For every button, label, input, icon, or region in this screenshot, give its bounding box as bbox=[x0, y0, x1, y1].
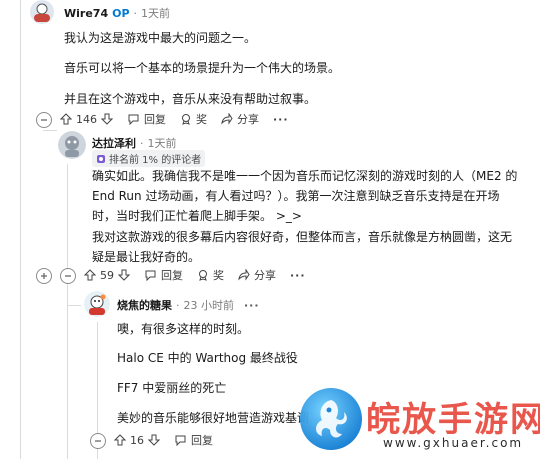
reply-label: 回复 bbox=[191, 434, 213, 447]
comment2-meta: 达拉泽利 · 1天前 bbox=[92, 135, 177, 151]
reply-button[interactable]: 回复 bbox=[174, 432, 213, 448]
comment3-paragraph-2: Halo CE 中的 Warthog 最终战役 bbox=[117, 351, 298, 365]
share-label: 分享 bbox=[254, 269, 276, 282]
share-label: 分享 bbox=[237, 113, 259, 126]
watermark-logo-icon bbox=[300, 388, 362, 450]
thread-line-level1 bbox=[20, 0, 21, 459]
award-ribbon-icon bbox=[199, 270, 207, 281]
thread-line-level2 bbox=[67, 164, 68, 459]
minus-glyph-icon bbox=[95, 440, 101, 442]
meta-dot: · bbox=[140, 136, 144, 150]
minus-glyph-icon bbox=[65, 275, 71, 277]
avatar-shaojiao-tangguo[interactable] bbox=[84, 291, 110, 317]
flair-label: 排名前 1% 的评论者 bbox=[109, 155, 202, 166]
comment3-score: 16 bbox=[130, 433, 144, 447]
user-flair: 排名前 1% 的评论者 bbox=[92, 150, 206, 167]
share-arrow-icon bbox=[221, 113, 233, 125]
upvote-arrow-icon bbox=[60, 113, 72, 125]
comment2-score: 59 bbox=[100, 268, 114, 282]
watermark-text: 皖放手游网 bbox=[366, 400, 540, 440]
award-button[interactable]: 奖 bbox=[180, 111, 207, 127]
comment1-paragraph-2: 音乐可以将一个基本的场景提升为一个伟大的场景。 bbox=[64, 61, 341, 75]
award-label: 奖 bbox=[213, 269, 224, 282]
comment3-actions: 16 回复 bbox=[114, 433, 227, 447]
comment1-score: 146 bbox=[76, 112, 97, 126]
thread-line-branch bbox=[43, 130, 57, 131]
comment1-meta: Wire74 OP · 1天前 bbox=[64, 5, 170, 21]
upvote-button[interactable]: 59 bbox=[84, 269, 130, 282]
speech-bubble-icon bbox=[145, 270, 156, 281]
comment3-meta: 烧焦的糖果 · 23 小时前 ··· bbox=[117, 297, 260, 313]
speech-bubble-icon bbox=[128, 114, 139, 125]
share-button[interactable]: 分享 bbox=[221, 111, 259, 127]
comment1-paragraph-1: 我认为这是游戏中最大的问题之一。 bbox=[64, 31, 257, 45]
upvote-button[interactable]: 16 bbox=[114, 434, 160, 447]
share-button[interactable]: 分享 bbox=[238, 267, 276, 283]
expand-icon[interactable] bbox=[36, 268, 52, 284]
upvote-arrow-icon bbox=[84, 269, 96, 281]
thread-branch-3 bbox=[67, 305, 81, 306]
comment3-time[interactable]: 23 小时前 bbox=[184, 297, 235, 313]
comment1-actions: 146 回复 奖 分享 ··· bbox=[60, 112, 303, 126]
speech-bubble-icon bbox=[175, 435, 186, 446]
reply-label: 回复 bbox=[161, 269, 183, 282]
award-button[interactable]: 奖 bbox=[197, 267, 224, 283]
comment2-time[interactable]: 1天前 bbox=[148, 135, 177, 151]
upvote-arrow-icon bbox=[114, 434, 126, 446]
comment3-username[interactable]: 烧焦的糖果 bbox=[117, 297, 172, 313]
flair-badge-icon bbox=[97, 154, 105, 163]
collapse-icon[interactable]: ⊖ bbox=[90, 433, 106, 449]
op-badge: OP bbox=[112, 6, 130, 20]
comment1-time[interactable]: 1天前 bbox=[141, 5, 170, 21]
downvote-arrow-icon[interactable] bbox=[148, 434, 160, 446]
comment3-paragraph-3: FF7 中爱丽丝的死亡 bbox=[117, 381, 227, 395]
comment3-paragraph-1: 噢，有很多这样的时刻。 bbox=[117, 322, 250, 336]
more-options-button[interactable]: ··· bbox=[290, 269, 306, 282]
downvote-arrow-icon[interactable] bbox=[118, 269, 130, 281]
more-options-button[interactable]: ··· bbox=[244, 299, 260, 312]
meta-dot: · bbox=[176, 298, 180, 312]
award-ribbon-icon bbox=[182, 114, 190, 125]
comment1-username[interactable]: Wire74 bbox=[64, 7, 108, 20]
reply-button[interactable]: 回复 bbox=[144, 267, 183, 283]
comment1-paragraph-3: 并且在这个游戏中，音乐从来没有帮助过叙事。 bbox=[64, 92, 317, 106]
minus-glyph-icon bbox=[41, 119, 47, 121]
comment2-actions: 59 回复 奖 分享 ··· bbox=[84, 268, 320, 282]
downvote-arrow-icon[interactable] bbox=[101, 113, 113, 125]
share-arrow-icon bbox=[238, 269, 250, 281]
plus-glyph-icon bbox=[41, 273, 47, 279]
comment2-paragraph-1: 确实如此。我确信我不是唯一一个因为音乐而记忆深刻的游戏时刻的人（ME2 的 En… bbox=[92, 169, 518, 223]
collapse-icon[interactable]: ⊖ bbox=[60, 268, 76, 284]
meta-dot: · bbox=[133, 6, 138, 20]
award-label: 奖 bbox=[196, 113, 207, 126]
reply-label: 回复 bbox=[144, 113, 166, 126]
comment3-paragraph-4: 美妙的音乐能够很好地营造游戏基调 bbox=[117, 411, 310, 425]
ellipsis-icon: ··· bbox=[290, 268, 306, 282]
ellipsis-icon: ··· bbox=[273, 112, 289, 126]
more-options-button[interactable]: ··· bbox=[273, 113, 289, 126]
watermark-url: www.gxhuaer.com bbox=[383, 436, 524, 450]
avatar-wire74[interactable] bbox=[28, 0, 56, 24]
reply-button[interactable]: 回复 bbox=[127, 111, 166, 127]
upvote-button[interactable]: 146 bbox=[60, 113, 113, 126]
collapse-icon[interactable]: ⊖ bbox=[36, 112, 52, 128]
comment2-paragraph-2: 我对这款游戏的很多幕后内容很好奇，但整体而言，音乐就像是方枘圆凿，这无疑是最让我… bbox=[92, 230, 513, 264]
avatar-dalazeli[interactable] bbox=[58, 131, 86, 159]
comment2-username[interactable]: 达拉泽利 bbox=[92, 135, 136, 151]
